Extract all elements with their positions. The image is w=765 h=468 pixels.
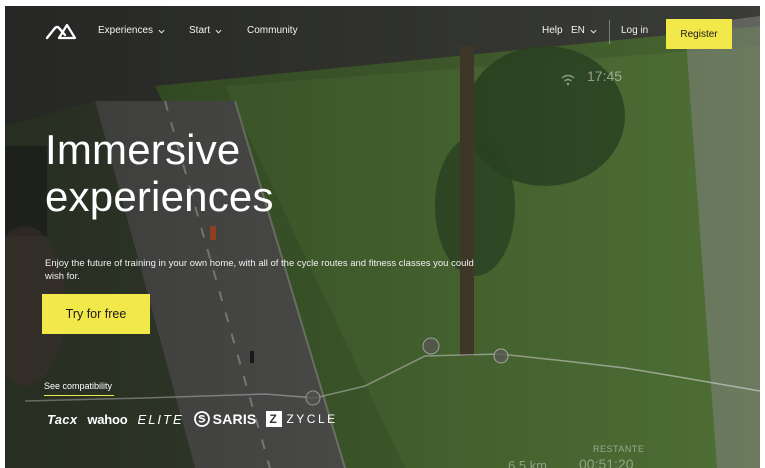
brand-wahoo-logo: wahoo (87, 411, 128, 427)
brand-saris-label: SARIS (212, 411, 257, 427)
chevron-down-icon (590, 29, 597, 34)
brand-tacx-logo: Tacx (47, 411, 78, 427)
login-label: Log in (621, 25, 649, 36)
brand-saris-logo: SARIS (193, 411, 257, 427)
scene-time-left: 00:51:20 (579, 456, 634, 468)
hero-subtitle: Enjoy the future of training in your own… (45, 258, 474, 282)
brand-zycle-label: ZYCLE (286, 412, 338, 426)
nav-help[interactable]: Help (542, 25, 563, 37)
logo-mark[interactable] (45, 22, 77, 40)
scene-remaining-label: RESTANTE (593, 444, 645, 454)
see-compatibility-link[interactable]: See compatibility (44, 381, 114, 396)
brand-zycle-logo: Z ZYCLE (266, 411, 337, 427)
nav-divider (609, 20, 610, 44)
login-link[interactable]: Log in (621, 25, 648, 37)
nav-experiences-label: Experiences (98, 25, 154, 36)
try-for-free-button[interactable]: Try for free (42, 294, 150, 334)
nav-start-label: Start (189, 25, 211, 36)
hero-title-line1: Immersive (45, 126, 241, 173)
wifi-icon (561, 74, 575, 86)
language-label: EN (571, 25, 585, 36)
hero-section: 17:45 RESTANTE 6.5 km 00:51:20 Experienc… (5, 6, 760, 468)
top-navbar: Experiences Start Community Help EN Log … (5, 6, 760, 54)
nav-community[interactable]: Community (247, 25, 298, 37)
register-button[interactable]: Register (666, 19, 732, 49)
language-selector[interactable]: EN (571, 25, 597, 37)
brand-logos: Tacx wahoo ELITE SARIS Z ZYCLE (47, 408, 338, 430)
nav-start[interactable]: Start (189, 25, 222, 37)
scene-clock: 17:45 (587, 68, 623, 84)
hero-overlay (5, 6, 760, 468)
chevron-down-icon (215, 29, 222, 34)
zycle-mark-icon: Z (266, 411, 283, 427)
nav-experiences[interactable]: Experiences (98, 25, 165, 37)
brand-elite-logo: ELITE (137, 411, 184, 427)
hero-title: Immersive experiences (45, 126, 385, 220)
scene-distance: 6.5 km (508, 458, 548, 468)
nav-community-label: Community (247, 25, 298, 36)
nav-help-label: Help (542, 25, 563, 36)
hero-title-line2: experiences (45, 173, 274, 220)
saris-mark-icon (193, 411, 210, 427)
chevron-down-icon (158, 29, 165, 34)
